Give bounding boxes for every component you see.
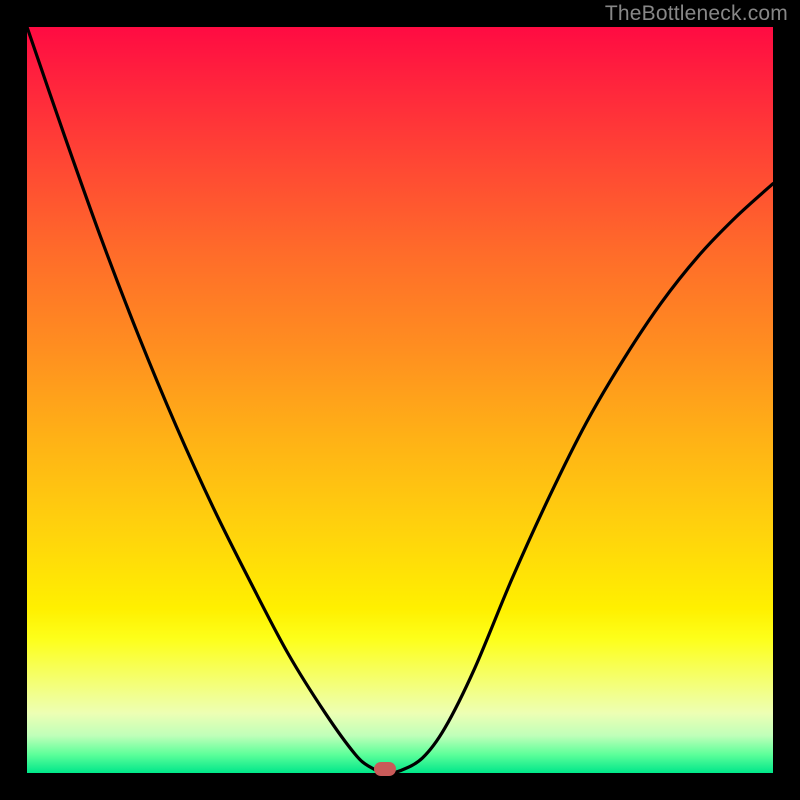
optimum-marker xyxy=(374,762,396,776)
chart-frame: TheBottleneck.com xyxy=(0,0,800,800)
watermark-text: TheBottleneck.com xyxy=(605,2,788,26)
plot-area xyxy=(27,27,773,773)
bottleneck-curve xyxy=(27,27,773,773)
